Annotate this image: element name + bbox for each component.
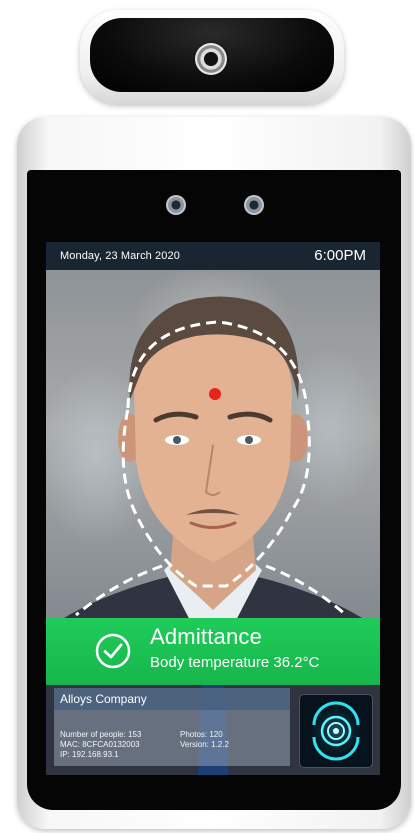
status-date: Monday, 23 March 2020 (60, 250, 180, 262)
ir-sensor-left-icon (166, 195, 186, 215)
display-screen: Monday, 23 March 2020 6:00PM Admittance … (46, 242, 380, 775)
iris-left (173, 436, 181, 444)
status-time: 6:00PM (314, 247, 366, 264)
check-circle-icon (95, 633, 131, 669)
camera-lens-icon (195, 43, 227, 75)
face-scan-tile (300, 695, 372, 767)
photos-count: Photos: 120 (180, 730, 223, 739)
software-version: Version: 1.2.2 (180, 740, 229, 749)
status-bar: Monday, 23 March 2020 6:00PM (46, 242, 380, 270)
ir-sensor-right-icon (244, 195, 264, 215)
admittance-banner: Admittance Body temperature 36.2°C (46, 618, 380, 685)
company-name: Alloys Company (60, 692, 147, 706)
body-temperature-text: Body temperature 36.2°C (150, 654, 320, 671)
admittance-title: Admittance (150, 624, 263, 649)
temperature-target-dot (209, 388, 221, 400)
mac-address: MAC: 8CFCA0132003 (60, 740, 140, 749)
ip-address: IP: 192.168.93.1 (60, 750, 119, 759)
face-recognition-terminal: Monday, 23 March 2020 6:00PM Admittance … (0, 0, 414, 833)
face-scan-icon (308, 701, 364, 761)
people-count: Number of people: 153 (60, 730, 142, 739)
iris-right (245, 436, 253, 444)
device-info-panel: Alloys Company Number of people: 153 Pho… (54, 688, 290, 766)
company-bar: Alloys Company (54, 688, 290, 710)
